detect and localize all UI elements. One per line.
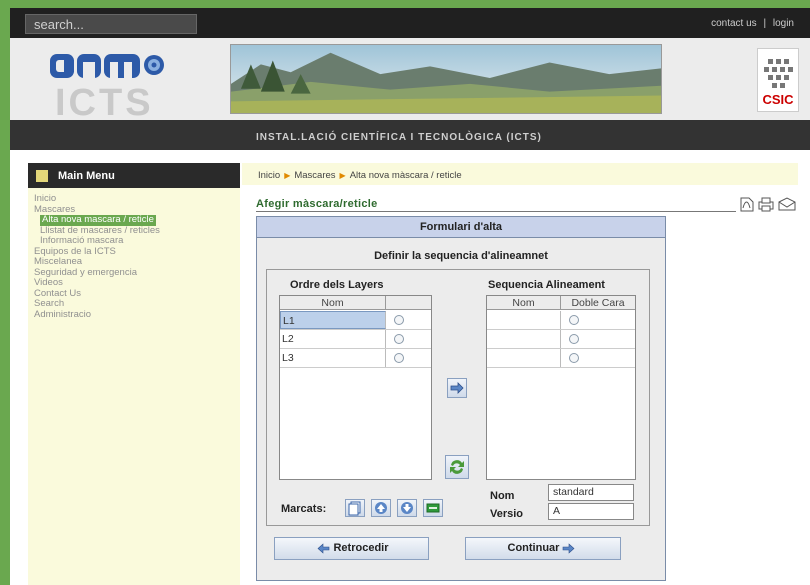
table-row[interactable]	[487, 349, 635, 368]
form-title: Formulari d'alta	[256, 216, 666, 238]
back-button-label: Retrocedir	[333, 542, 389, 554]
menu-square-icon	[36, 170, 48, 182]
print-icon[interactable]	[758, 197, 774, 212]
csic-logo-text: CSIC	[762, 92, 794, 107]
sidebar-menu: Inicio Mascares Alta nova mascara / reti…	[34, 193, 160, 321]
nom-input[interactable]: standard	[548, 484, 634, 501]
radio-icon[interactable]	[394, 353, 404, 363]
alignment-table-header: Nom Doble Cara	[487, 296, 635, 310]
breadcrumb-current: Alta nova màscara / reticle	[349, 170, 462, 181]
sidebar-item-videos[interactable]: Videos	[34, 277, 160, 289]
move-right-button[interactable]	[447, 378, 467, 398]
left-accent-bar	[0, 8, 10, 585]
alignment-sequence-table[interactable]: Nom Doble Cara	[486, 295, 636, 480]
radio-icon[interactable]	[569, 315, 579, 325]
alignment-col-nom[interactable]: Nom	[487, 296, 561, 310]
breadcrumb-arrow-icon: ▶	[339, 171, 346, 180]
form-subtitle: Definir la sequencia d'alineamnet	[374, 250, 548, 262]
sidebar-item-administracio[interactable]: Administracio	[34, 309, 160, 321]
move-down-button[interactable]	[397, 499, 417, 517]
layers-order-label: Ordre dels Layers	[290, 279, 384, 291]
table-row[interactable]	[487, 311, 635, 330]
csic-emblem-icon	[764, 59, 793, 88]
radio-icon[interactable]	[394, 315, 404, 325]
radio-icon[interactable]	[394, 334, 404, 344]
layers-col-nom[interactable]: Nom	[280, 296, 386, 310]
radio-icon[interactable]	[569, 353, 579, 363]
arrow-down-icon	[401, 502, 413, 514]
cnm-logo[interactable]	[50, 50, 168, 82]
layers-table-header: Nom	[280, 296, 431, 310]
back-button[interactable]: Retrocedir	[274, 537, 429, 560]
breadcrumb-arrow-icon: ▶	[284, 171, 291, 180]
email-icon[interactable]	[778, 197, 796, 211]
refresh-icon	[450, 460, 464, 474]
layer-name-cell[interactable]: L1	[280, 311, 386, 329]
pdf-icon[interactable]	[740, 197, 754, 212]
layers-col-flag[interactable]	[386, 296, 431, 310]
alignment-name-cell[interactable]	[487, 311, 561, 329]
top-accent-bar	[0, 0, 810, 8]
continue-button-label: Continuar	[507, 542, 560, 554]
minus-icon	[426, 503, 440, 513]
site-subtitle: INSTAL.LACIÓ CIENTÍFICA I TECNOLÒGICA (I…	[256, 132, 542, 143]
table-row[interactable]: L3	[280, 349, 431, 368]
contact-us-link[interactable]: contact us	[711, 18, 757, 29]
arrow-left-icon	[318, 542, 330, 554]
alignment-sequence-label: Sequencia Alineament	[488, 279, 605, 291]
nom-label: Nom	[490, 490, 515, 502]
icts-logo: ICTS	[55, 82, 154, 124]
table-row[interactable]: L1	[280, 311, 431, 330]
move-up-button[interactable]	[371, 499, 391, 517]
arrow-right-icon	[563, 542, 575, 554]
csic-logo[interactable]: CSIC	[757, 48, 799, 112]
sidebar-item-alta-nova-mascara[interactable]: Alta nova mascara / reticle	[40, 214, 156, 226]
breadcrumb-mascares[interactable]: Mascares	[294, 170, 335, 181]
title-underline	[256, 211, 736, 212]
banner-image	[230, 44, 662, 114]
breadcrumb: Inicio ▶ Mascares ▶ Alta nova màscara / reti…	[258, 170, 462, 181]
sidebar-item-search[interactable]: Search	[34, 298, 160, 310]
document-actions	[740, 197, 796, 212]
arrow-up-icon	[375, 502, 387, 514]
page-title: Afegir màscara/reticle	[256, 198, 378, 210]
alignment-col-doble-cara[interactable]: Doble Cara	[561, 296, 635, 310]
layers-table[interactable]: Nom L1 L2 L3	[279, 295, 432, 480]
layer-name-cell[interactable]: L2	[280, 330, 386, 348]
login-link[interactable]: login	[773, 18, 794, 29]
main-menu-title: Main Menu	[58, 170, 115, 182]
alignment-name-cell[interactable]	[487, 349, 561, 367]
link-separator: |	[763, 18, 767, 29]
sidebar-item-informacio-mascara[interactable]: Informació mascara	[34, 235, 160, 247]
layer-name-cell[interactable]: L3	[280, 349, 386, 367]
top-links: contact us | login	[709, 18, 796, 29]
versio-input[interactable]: A	[548, 503, 634, 520]
table-row[interactable]	[487, 330, 635, 349]
remove-button[interactable]	[423, 499, 443, 517]
table-row[interactable]: L2	[280, 330, 431, 349]
main-menu-header: Main Menu	[28, 163, 240, 188]
sidebar-item-inicio[interactable]: Inicio	[34, 193, 160, 205]
continue-button[interactable]: Continuar	[465, 537, 621, 560]
breadcrumb-inicio[interactable]: Inicio	[258, 170, 280, 181]
radio-icon[interactable]	[569, 334, 579, 344]
marcats-label: Marcats:	[281, 503, 327, 515]
refresh-button[interactable]	[445, 455, 469, 479]
copy-icon	[348, 501, 361, 516]
search-input[interactable]: search...	[25, 14, 197, 34]
select-all-button[interactable]	[345, 499, 365, 517]
sidebar-item-miscelanea[interactable]: Miscelanea	[34, 256, 160, 268]
alignment-name-cell[interactable]	[487, 330, 561, 348]
versio-label: Versio	[490, 508, 524, 520]
arrow-right-icon	[450, 382, 464, 394]
